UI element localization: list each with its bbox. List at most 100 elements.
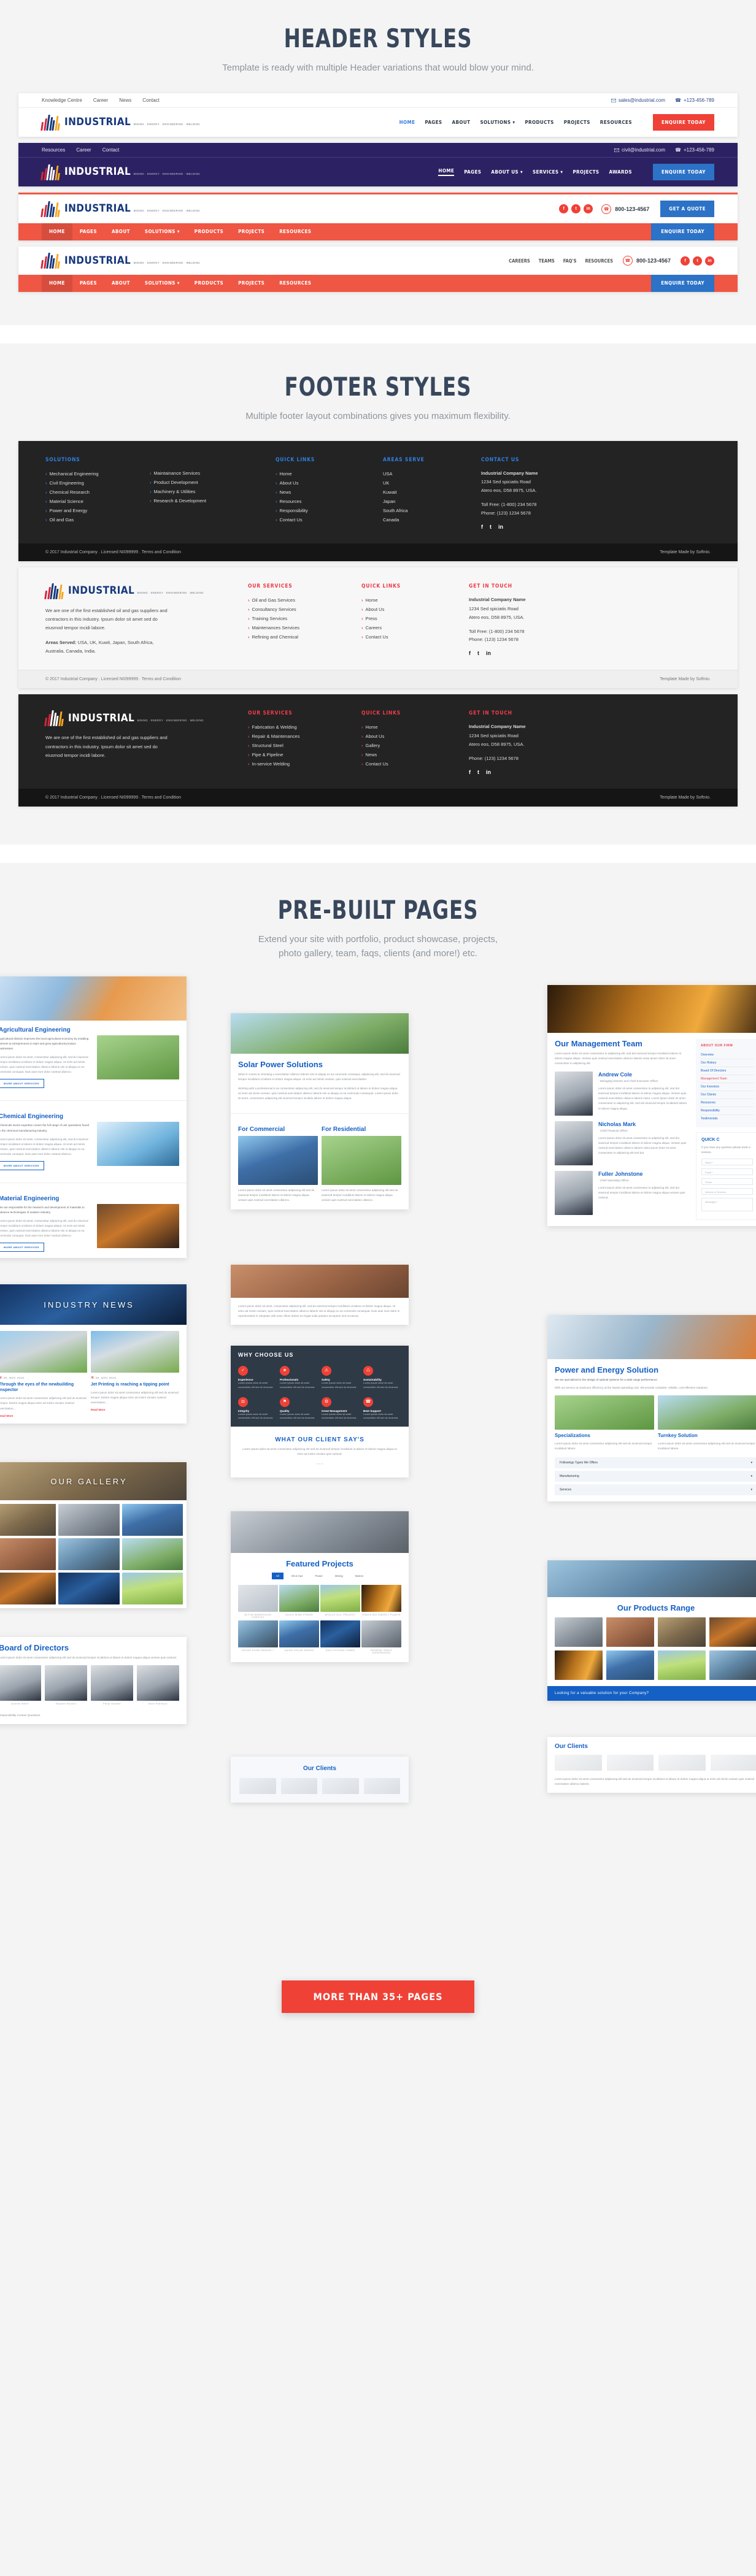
project-card[interactable]: EAST ESTEEM TOWER — [320, 1620, 360, 1656]
list-item[interactable]: › About Us — [361, 605, 461, 614]
gallery-image[interactable] — [0, 1504, 56, 1536]
nav-item-home[interactable]: HOME — [42, 275, 72, 293]
list-item[interactable]: › Home — [361, 596, 461, 605]
nav-item-products[interactable]: PRODUCTS — [187, 275, 231, 292]
board-member[interactable]: Philip Hackett — [91, 1665, 133, 1707]
nav-item-resources[interactable]: RESOURCES — [272, 223, 318, 240]
screenshot-news-page[interactable]: INDUSTRY NEWS 📅 28, NOV 2016 Through the… — [0, 1284, 187, 1424]
screenshot-board-page[interactable]: Board of Directors Lorem ipsum dolor sit… — [0, 1637, 187, 1725]
screenshot-whychoose-page[interactable]: WHY CHOOSE US ✓ Experience Lorem ipsum d… — [231, 1346, 409, 1478]
header3-phone[interactable]: ☎ 800-123-4567 — [601, 204, 649, 214]
list-item[interactable]: › Structural Steel — [248, 741, 354, 750]
linkedin-icon[interactable]: in — [498, 524, 503, 530]
project-card[interactable]: UNION SOLAR SERIES — [279, 1620, 319, 1656]
accordion-item[interactable]: Followings Types We Offers ▾ — [555, 1457, 756, 1469]
list-item[interactable]: › Fabrication & Welding — [248, 723, 354, 732]
project-card[interactable]: SALKO WIND POWER — [279, 1585, 319, 1620]
topbar-link-contact[interactable]: Contact — [102, 147, 120, 153]
list-item[interactable]: › Power and Energy — [45, 506, 142, 515]
screenshot-projects-page[interactable]: Featured Projects All Oil & Gas Power Mi… — [231, 1511, 409, 1663]
screenshot-gallery-page[interactable]: OUR GALLERY — [0, 1462, 187, 1609]
list-item[interactable]: › Machinery & Utilities — [150, 487, 268, 496]
product-image[interactable] — [658, 1617, 706, 1647]
list-item[interactable]: › Contact Us — [361, 632, 461, 642]
list-item[interactable]: › Responsibility — [276, 506, 376, 515]
enquire-today-button[interactable]: ENQUIRE TODAY — [651, 223, 714, 241]
list-item[interactable]: › Resources — [276, 497, 376, 506]
list-item[interactable]: › Repair & Maintenances — [248, 732, 354, 741]
nav-item-pages[interactable]: PAGES — [464, 169, 481, 175]
logo[interactable]: INDUSTRIAL MINING · ENERGY · ENGINEERING… — [40, 253, 200, 269]
list-item[interactable]: Canada — [383, 515, 474, 524]
project-card[interactable]: ALTIVA WAREHOUSE COMPLEX — [238, 1585, 278, 1620]
project-card[interactable]: DOVER RIVER BRIDGE 7 — [238, 1620, 278, 1656]
topbar-link-career[interactable]: Career — [93, 98, 108, 103]
product-image[interactable] — [709, 1650, 756, 1681]
linkedin-icon[interactable]: in — [486, 769, 491, 775]
interest-field[interactable]: Interest of Services — [701, 1188, 753, 1195]
list-item[interactable]: › Pipe & Pipeline — [248, 750, 354, 759]
product-image[interactable] — [658, 1650, 706, 1681]
header4-phone[interactable]: ☎ 800-123-4567 — [622, 256, 671, 266]
filter-all[interactable]: All — [271, 1573, 284, 1580]
news-title[interactable]: Jet Printing is reaching a tipping point — [91, 1382, 179, 1387]
screenshot-solar-page[interactable]: Solar Power Solutions When it comes to c… — [231, 1013, 409, 1209]
nav-item-awards[interactable]: AWARDS — [609, 169, 631, 175]
filter-power[interactable]: Power — [310, 1573, 326, 1579]
twitter-icon[interactable]: t — [571, 204, 581, 214]
logo[interactable]: INDUSTRIAL MINING · ENERGY · ENGINEERING… — [44, 710, 241, 727]
header2-phone[interactable]: ☎ +123-456-789 — [675, 147, 714, 153]
nav-item-projects[interactable]: PROJECTS — [231, 275, 272, 292]
board-member[interactable]: Andrew White — [0, 1665, 41, 1707]
project-card[interactable]: OSAGE BIO ENERGY PLANTS — [361, 1585, 401, 1620]
nav-item-projects[interactable]: PROJECTS — [573, 169, 599, 175]
twitter-icon[interactable]: t — [477, 650, 479, 656]
sidebar-item-our-history[interactable]: Our History — [701, 1059, 754, 1068]
more-about-services-button[interactable]: MORE ABOUT SERVICES — [0, 1079, 44, 1089]
name-field[interactable]: Name * — [701, 1159, 753, 1166]
nav-item-products[interactable]: PRODUCTS — [525, 120, 554, 125]
enquire-today-button[interactable]: ENQUIRE TODAY — [651, 275, 714, 293]
more-about-services-button[interactable]: MORE ABOUT SERVICES — [0, 1160, 44, 1170]
list-item[interactable]: › Gallery — [361, 741, 461, 750]
logo[interactable]: INDUSTRIAL MINING · ENERGY · ENGINEERING… — [40, 164, 200, 180]
news-card[interactable]: 📅 28, NOV 2016 Jet Printing is reaching … — [91, 1331, 179, 1417]
email-field[interactable]: Email * — [701, 1168, 753, 1176]
list-item[interactable]: › Civil Engineering — [45, 478, 142, 488]
product-image[interactable] — [606, 1617, 654, 1647]
list-item[interactable]: South Africa — [383, 506, 474, 515]
filter-oil-gas[interactable]: Oil & Gas — [287, 1573, 307, 1579]
logo[interactable]: INDUSTRIAL MINING · ENERGY · ENGINEERING… — [40, 201, 200, 217]
nav-item-home[interactable]: HOME — [438, 168, 455, 177]
more-than-35-pages-button[interactable]: MORE THAN 35+ PAGES — [281, 1980, 475, 2014]
product-image[interactable] — [555, 1617, 603, 1647]
gallery-image[interactable] — [58, 1573, 120, 1605]
list-item[interactable]: › Research & Development — [150, 496, 268, 505]
list-item[interactable]: › Careers — [361, 623, 461, 632]
nav-item-services[interactable]: SERVICES ▾ — [533, 169, 563, 175]
list-item[interactable]: UK — [383, 478, 474, 488]
sidebar-item-overview[interactable]: Overview — [701, 1051, 754, 1060]
list-item[interactable]: › Consultancy Services — [248, 605, 354, 614]
facebook-icon[interactable]: f — [681, 256, 690, 266]
topbar-link-contact[interactable]: Contact — [142, 98, 160, 103]
nav-item-resources[interactable]: RESOURCES — [272, 275, 318, 292]
logo[interactable]: INDUSTRIAL MINING · ENERGY · ENGINEERING… — [40, 114, 200, 131]
list-item[interactable]: Kuwait — [383, 488, 474, 497]
nav-item-pages[interactable]: PAGES — [425, 120, 442, 125]
enquire-today-button[interactable]: ENQUIRE TODAY — [652, 164, 714, 181]
list-item[interactable]: › Oil and Gas Services — [248, 596, 354, 605]
gallery-image[interactable] — [58, 1538, 120, 1571]
carousel-dots[interactable]: • • • — [239, 1463, 400, 1466]
list-item[interactable]: › Training Services — [248, 614, 354, 623]
nav-item-resources[interactable]: RESOURCES — [600, 120, 632, 125]
project-card[interactable]: APOLLO HILL PROJECT — [320, 1585, 360, 1620]
screenshot-energy-page[interactable]: Power and Energy Solution We are special… — [547, 1315, 756, 1502]
list-item[interactable]: Japan — [383, 497, 474, 506]
product-image[interactable] — [606, 1650, 654, 1681]
list-item[interactable]: › Chemical Research — [45, 488, 142, 497]
sidebar-item-our-clients[interactable]: Our Clients — [701, 1091, 754, 1100]
facebook-icon[interactable]: f — [559, 204, 569, 214]
sidebar-item-testimonials[interactable]: Testimonials — [701, 1115, 754, 1122]
nav-item-pages[interactable]: PAGES — [72, 275, 104, 292]
